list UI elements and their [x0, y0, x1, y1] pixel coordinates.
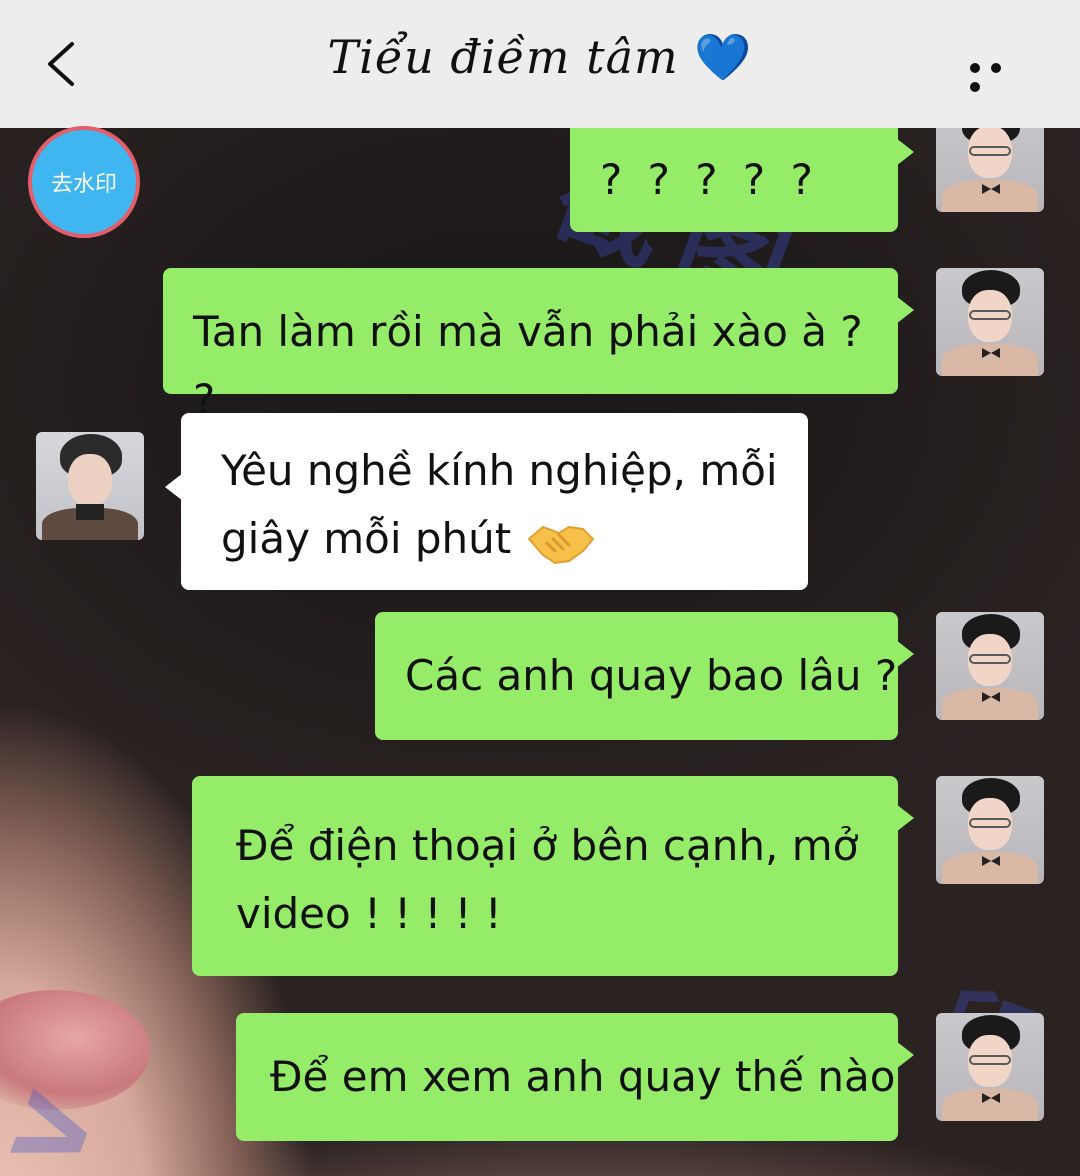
message-text-line: giây mỗi phút: [221, 505, 808, 573]
chat-title-text: Tiểu điềm tâm: [327, 30, 679, 84]
remove-watermark-button[interactable]: 去水印: [28, 126, 140, 238]
handshake-icon: [527, 525, 595, 564]
message-bubble-sent[interactable]: Tan làm rồi mà vẫn phải xào à ? ?: [163, 268, 914, 424]
message-text: ? ? ? ? ?: [600, 155, 819, 204]
my-avatar[interactable]: [936, 1013, 1044, 1121]
more-options-icon[interactable]: [970, 58, 1026, 92]
message-bubble-sent[interactable]: Các anh quay bao lâu ?: [375, 612, 914, 740]
chat-screen: 截 图 印 V Tiểu điềm tâm 💙 去水印 ? ? ? ? ? Ta…: [0, 0, 1080, 1176]
message-bubble-sent[interactable]: Để điện thoại ở bên cạnh, mở video ! ! !…: [192, 776, 914, 976]
my-avatar[interactable]: [936, 776, 1044, 884]
message-bubble-received[interactable]: Yêu nghề kính nghiệp, mỗi giây mỗi phút: [165, 413, 808, 590]
my-avatar[interactable]: [936, 268, 1044, 376]
message-text-fragment: giây mỗi phút: [221, 514, 512, 563]
contact-avatar[interactable]: [36, 432, 144, 540]
my-avatar[interactable]: [936, 612, 1044, 720]
chat-title: Tiểu điềm tâm 💙: [0, 30, 1080, 85]
message-bubble-sent[interactable]: ? ? ? ? ?: [570, 110, 914, 232]
message-text-line: video ! ! ! ! !: [236, 889, 502, 938]
message-bubble-sent[interactable]: Để em xem anh quay thế nào: [236, 1013, 914, 1141]
message-text: Để em xem anh quay thế nào: [270, 1052, 896, 1101]
message-text-line: Yêu nghề kính nghiệp, mỗi: [221, 446, 778, 495]
remove-watermark-label: 去水印: [50, 172, 117, 197]
message-text-line: Để điện thoại ở bên cạnh, mở: [236, 821, 859, 870]
blue-heart-icon: 💙: [694, 30, 753, 84]
chat-header: Tiểu điềm tâm 💙: [0, 0, 1080, 128]
message-text: Các anh quay bao lâu ?: [405, 651, 898, 700]
